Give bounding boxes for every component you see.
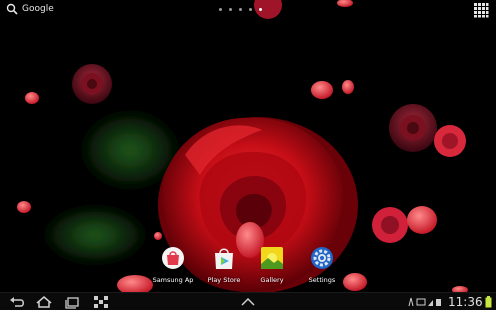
small-rose: [72, 64, 112, 104]
petal: [311, 81, 333, 99]
search-icon: [6, 3, 18, 15]
settings-icon: [311, 247, 333, 269]
recent-apps-icon[interactable]: [63, 295, 81, 309]
app-label: Settings: [308, 276, 336, 284]
app-label: Play Store: [207, 276, 241, 284]
petal: [25, 92, 39, 104]
app-gallery[interactable]: Gallery: [250, 246, 294, 284]
page-dot[interactable]: [239, 8, 242, 11]
page-dot[interactable]: [229, 8, 232, 11]
petal: [407, 206, 437, 234]
notification-icons[interactable]: [408, 297, 444, 307]
chevron-up-icon[interactable]: [239, 295, 257, 309]
screenshot-icon[interactable]: [92, 295, 110, 309]
app-settings[interactable]: Settings: [300, 246, 344, 284]
app-label: Gallery: [260, 276, 284, 284]
page-dot[interactable]: [249, 8, 252, 11]
petal: [342, 80, 354, 94]
battery-icon: [485, 296, 492, 308]
small-rose: [434, 125, 466, 157]
app-label: Samsung Ap: [152, 276, 194, 284]
app-samsung-apps[interactable]: Samsung Ap: [151, 246, 195, 284]
clock[interactable]: 11:36: [448, 295, 483, 309]
leaf: [45, 207, 145, 263]
small-rose: [389, 104, 437, 152]
home-app-row: Samsung Ap Play Store Gallery Settings: [150, 246, 350, 286]
back-icon[interactable]: [8, 295, 26, 309]
petal: [154, 232, 162, 240]
small-rose: [372, 207, 408, 243]
top-bar: Google: [0, 0, 496, 22]
system-bar: 11:36: [0, 292, 496, 310]
apps-grid-icon[interactable]: [473, 2, 489, 18]
home-screen: Google Samsung Ap Play Store Gallery Set…: [0, 0, 496, 310]
gallery-icon: [261, 247, 283, 269]
google-search-widget[interactable]: Google: [6, 3, 54, 15]
page-indicator: [219, 8, 262, 11]
page-dot-active[interactable]: [259, 8, 262, 11]
play-store-icon: [215, 248, 233, 269]
samsung-apps-icon: [162, 247, 184, 269]
app-play-store[interactable]: Play Store: [202, 246, 246, 284]
petal: [17, 201, 31, 213]
home-icon[interactable]: [35, 295, 53, 309]
page-dot[interactable]: [219, 8, 222, 11]
search-label: Google: [22, 4, 54, 14]
